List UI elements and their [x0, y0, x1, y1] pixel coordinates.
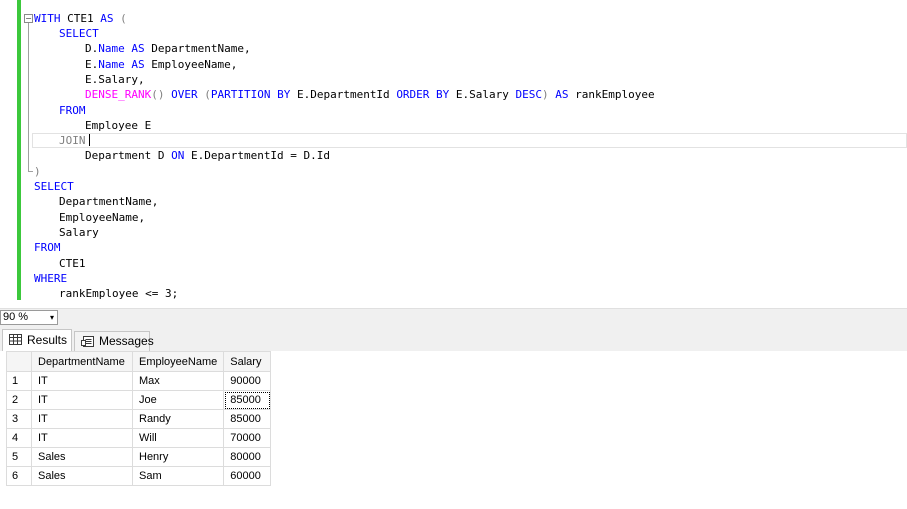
cell-departmentname[interactable]: IT	[31, 428, 133, 448]
outline-guide	[28, 23, 29, 172]
code-line-8: Employee E	[85, 119, 152, 132]
row-number[interactable]: 2	[6, 390, 32, 410]
tab-results-label: Results	[27, 333, 68, 347]
row-number[interactable]: 3	[6, 409, 32, 429]
change-tracking-bar	[17, 0, 21, 300]
code-line-7: FROM	[59, 104, 86, 117]
row-number[interactable]: 1	[6, 371, 32, 391]
code-line-4: E.Name AS EmployeeName,	[85, 58, 238, 71]
zoom-dropdown[interactable]: 90 % ▾	[0, 310, 58, 325]
results-grid-area: DepartmentName EmployeeName Salary 1 IT …	[0, 351, 907, 509]
code-line-10: Department D ON E.DepartmentId = D.Id	[85, 149, 331, 162]
code-line-3: D.Name AS DepartmentName,	[85, 42, 251, 55]
cell-salary[interactable]: 85000	[223, 409, 272, 429]
code-line-17: CTE1	[59, 257, 86, 270]
column-header-employeename[interactable]: EmployeeName	[131, 351, 225, 372]
header-row: DepartmentName EmployeeName Salary	[6, 351, 272, 372]
results-tabs: Results Messages	[0, 325, 907, 352]
cell-employeename[interactable]: Sam	[131, 466, 225, 486]
table-row[interactable]: 5 Sales Henry 80000	[6, 447, 272, 467]
code-line-9: JOIN	[59, 133, 90, 148]
results-grid: DepartmentName EmployeeName Salary 1 IT …	[6, 351, 272, 486]
code-line-18: WHERE	[34, 272, 68, 285]
outline-guide-end	[28, 171, 33, 172]
code-line-1: WITH CTE1 AS (	[34, 12, 127, 25]
zoom-value: 90 %	[3, 311, 29, 323]
code-line-2: SELECT	[59, 27, 99, 40]
table-row[interactable]: 4 IT Will 70000	[6, 428, 272, 448]
row-number[interactable]: 4	[6, 428, 32, 448]
cell-salary[interactable]: 60000	[223, 466, 272, 486]
column-header-departmentname[interactable]: DepartmentName	[31, 351, 133, 372]
cell-departmentname[interactable]: Sales	[31, 466, 133, 486]
code-line-16: FROM	[34, 241, 61, 254]
current-line-highlight	[32, 133, 907, 148]
code-line-6: DENSE_RANK() OVER (PARTITION BY E.Depart…	[85, 88, 655, 101]
code-line-13: DepartmentName,	[59, 195, 159, 208]
sql-editor[interactable]: − WITH CTE1 AS ( SELECT D.Name AS Depart…	[0, 0, 907, 308]
code-line-11: )	[34, 165, 41, 178]
grid-icon	[9, 334, 22, 345]
cell-departmentname[interactable]: IT	[31, 390, 133, 410]
cell-departmentname[interactable]: IT	[31, 409, 133, 429]
message-icon	[81, 336, 94, 347]
cell-departmentname[interactable]: IT	[31, 371, 133, 391]
tab-messages[interactable]: Messages	[74, 331, 154, 351]
cell-salary[interactable]: 70000	[223, 428, 272, 448]
cell-salary[interactable]: 80000	[223, 447, 272, 467]
code-line-15: Salary	[59, 226, 99, 239]
row-number[interactable]: 6	[6, 466, 32, 486]
tab-results[interactable]: Results	[2, 329, 72, 351]
cell-departmentname[interactable]: Sales	[31, 447, 133, 467]
table-row[interactable]: 3 IT Randy 85000	[6, 409, 272, 429]
cell-employeename[interactable]: Will	[131, 428, 225, 448]
cell-employeename[interactable]: Joe	[131, 390, 225, 410]
code-line-12: SELECT	[34, 180, 74, 193]
table-row[interactable]: 6 Sales Sam 60000	[6, 466, 272, 486]
cell-employeename[interactable]: Max	[131, 371, 225, 391]
cell-employeename[interactable]: Randy	[131, 409, 225, 429]
table-row[interactable]: 1 IT Max 90000	[6, 371, 272, 391]
tab-messages-label: Messages	[99, 334, 154, 348]
column-header-salary[interactable]: Salary	[223, 351, 272, 372]
cell-salary-selected[interactable]: 85000	[223, 390, 272, 410]
select-all-corner[interactable]	[6, 351, 32, 372]
text-caret	[88, 134, 90, 146]
row-number[interactable]: 5	[6, 447, 32, 467]
code-line-14: EmployeeName,	[59, 211, 146, 224]
code-line-5: E.Salary,	[85, 73, 145, 86]
table-row[interactable]: 2 IT Joe 85000	[6, 390, 272, 410]
code-line-19: rankEmployee <= 3;	[59, 287, 179, 300]
chevron-down-icon: ▾	[49, 313, 54, 322]
cell-employeename[interactable]: Henry	[131, 447, 225, 467]
zoom-bar: 90 % ▾	[0, 308, 907, 326]
collapse-icon[interactable]: −	[24, 14, 33, 23]
cell-salary[interactable]: 90000	[223, 371, 272, 391]
